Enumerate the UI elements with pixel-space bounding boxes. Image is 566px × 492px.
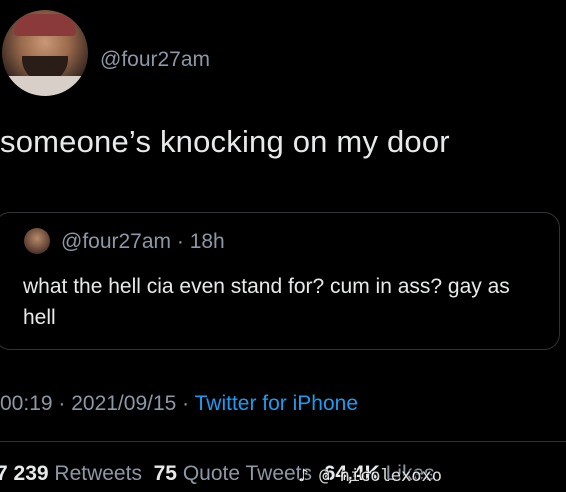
watermark-text: @ nicolexoxo xyxy=(319,466,442,486)
tweet-text: someone’s knocking on my door xyxy=(0,124,450,159)
quotes-stat[interactable]: 75 Quote Tweets xyxy=(154,462,312,485)
quotes-label: Quote Tweets xyxy=(182,462,313,485)
avatar-shirt xyxy=(2,76,88,96)
retweets-count: 7 239 xyxy=(0,462,49,485)
retweets-label: Retweets xyxy=(54,462,142,485)
avatar-hat xyxy=(14,14,76,36)
retweets-stat[interactable]: 7 239 Retweets xyxy=(0,462,142,485)
tweet-meta: 00:19 · 2021/09/15 · Twitter for iPhone xyxy=(0,392,358,416)
quoted-tweet-text: what the hell cia even stand for? cum in… xyxy=(23,275,510,329)
tiktok-icon: ♪ xyxy=(298,466,309,486)
tweet-timestamp[interactable]: 00:19 · 2021/09/15 · xyxy=(0,392,195,415)
author-avatar[interactable] xyxy=(2,10,88,96)
author-handle[interactable]: @four27am xyxy=(100,48,210,72)
quotes-count: 75 xyxy=(153,462,177,485)
divider xyxy=(0,441,566,442)
tiktok-watermark: ♪ @ nicolexoxo xyxy=(298,466,442,486)
tweet-source-link[interactable]: Twitter for iPhone xyxy=(195,392,358,415)
quoted-author-handle: @four27am · 18h xyxy=(61,230,225,253)
quoted-tweet[interactable]: @four27am · 18h what the hell cia even s… xyxy=(0,212,560,350)
quoted-author-avatar xyxy=(24,228,50,254)
